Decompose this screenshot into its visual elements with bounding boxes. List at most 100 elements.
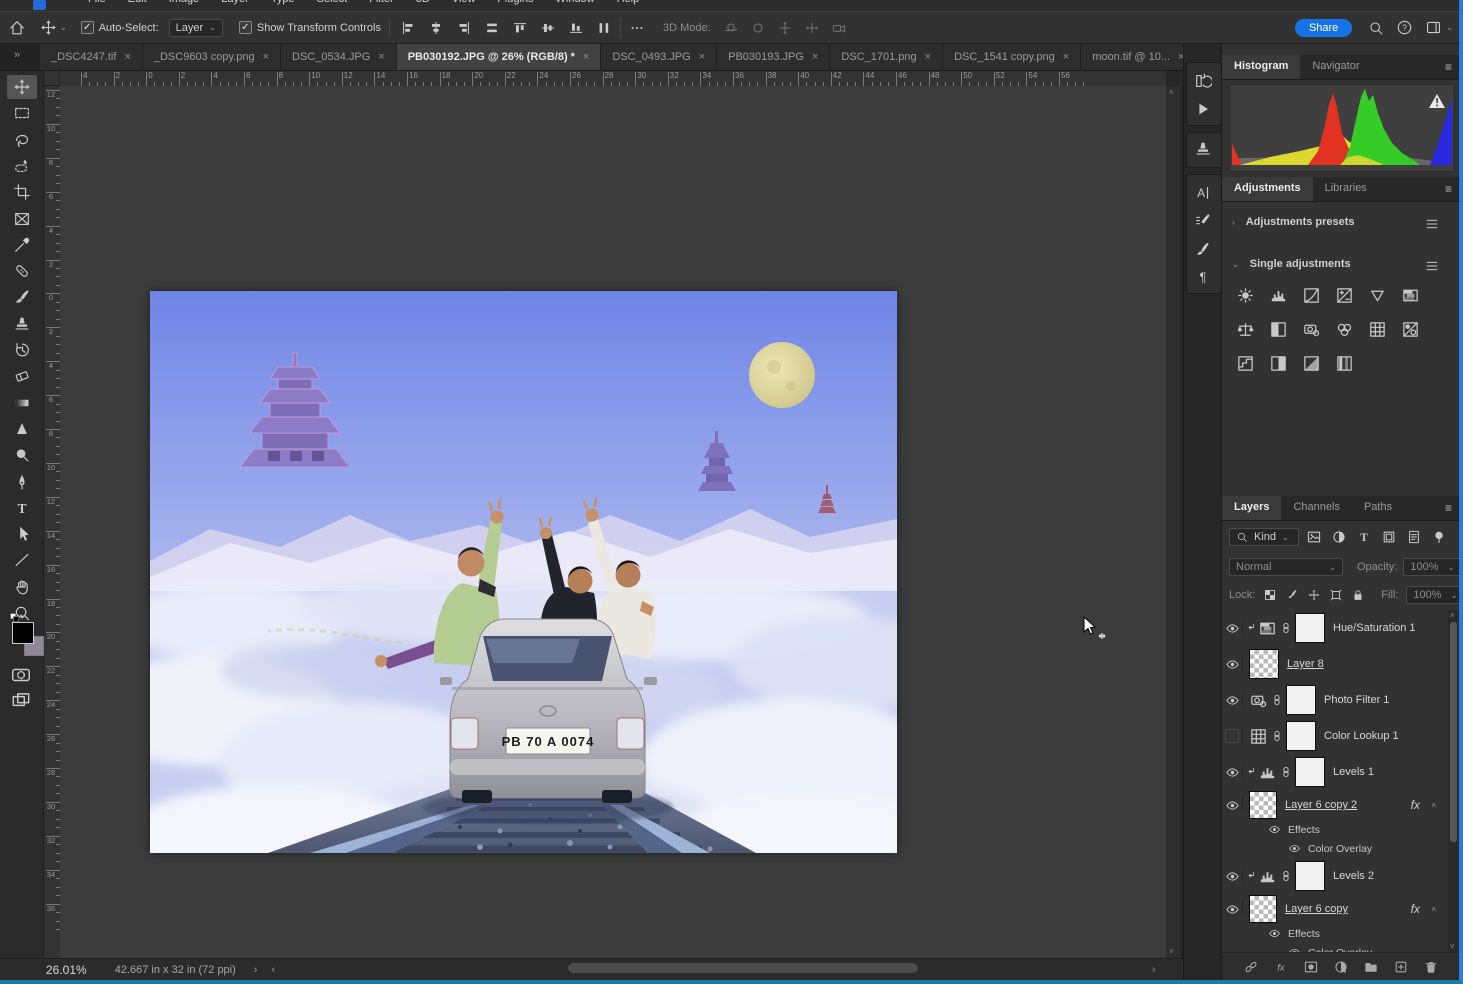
tool-history-brush[interactable] [7,338,37,362]
panel-button-paragraph[interactable]: ¶ [1188,264,1218,290]
layer-mask-thumbnail[interactable] [1286,721,1316,751]
document-tab-0[interactable]: _DSC4247.tif× [40,44,143,70]
adjustment-levels[interactable] [1269,286,1288,305]
new-group-icon[interactable] [1363,959,1379,975]
eye-icon[interactable] [1288,842,1301,855]
menu-3d[interactable]: 3D [416,0,430,5]
tool-crop[interactable] [7,180,37,204]
fx-badge[interactable]: fx [1411,798,1420,812]
adjustment-color-lookup[interactable] [1368,320,1387,339]
share-button[interactable]: Share [1295,19,1352,37]
layer-row-3[interactable]: Color Lookup 1 [1222,718,1446,754]
distribute-h-icon[interactable] [484,20,500,36]
adjustment-color-balance[interactable] [1236,320,1255,339]
tool-blur[interactable] [7,417,37,441]
tool-frame[interactable] [7,207,37,231]
layer-row-4[interactable]: Levels 1 [1222,754,1446,790]
layer-row-0[interactable]: Hue/Saturation 1 [1222,610,1446,646]
adjustment-brightness-contrast[interactable] [1236,286,1255,305]
eye-icon[interactable] [1268,823,1281,836]
filter-frame-icon[interactable] [1381,529,1397,545]
quick-mask-icon[interactable] [10,664,32,686]
adjustments-presets-row[interactable]: › Adjustments presets [1232,216,1450,228]
scroll-up-icon[interactable]: ˄ [1169,88,1174,97]
workspace-icon[interactable] [1425,19,1442,36]
tab-navigator[interactable]: Navigator [1300,55,1371,79]
layers-scrollbar[interactable]: ˄ ˅ [1448,610,1459,952]
panel-menu-icon[interactable]: ≡ [1445,60,1452,74]
scrollbar-thumb[interactable] [1450,622,1457,842]
tab-close-icon[interactable]: × [699,51,705,63]
visibility-toggle[interactable] [1222,727,1243,745]
tab-paths[interactable]: Paths [1352,496,1404,520]
document-tab-3[interactable]: PB030192.JPG @ 26% (RGB/8) *× [397,44,602,70]
show-transform-checkbox[interactable]: ✓ Show Transform Controls [239,21,381,34]
tab-adjustments[interactable]: Adjustments [1222,177,1313,201]
panel-button-clone-source[interactable] [1188,136,1218,162]
visibility-toggle[interactable] [1222,691,1243,709]
layer-effect-row[interactable]: Effects [1222,924,1446,943]
tab-libraries[interactable]: Libraries [1313,177,1379,201]
layer-effect-row[interactable]: Effects [1222,820,1446,839]
opacity-dropdown[interactable]: 100% ⌄ [1403,558,1461,576]
tool-eraser[interactable] [7,364,37,388]
menu-filter[interactable]: Filter [369,0,393,5]
adjustment-photo-filter[interactable] [1302,320,1321,339]
menu-file[interactable]: File [88,0,106,5]
menu-image[interactable]: Image [169,0,200,5]
auto-select-target-dropdown[interactable]: Layer ⌄ [169,19,223,37]
filter-image-icon[interactable] [1306,529,1322,545]
lock-paint-icon[interactable] [1285,588,1299,602]
adjustment-threshold[interactable] [1269,354,1288,373]
layer-mask-thumbnail[interactable] [1295,757,1325,787]
tool-move[interactable] [7,75,37,99]
tool-clone-stamp[interactable] [7,312,37,336]
filter-type-icon[interactable]: T [1356,529,1372,545]
tool-path-selection[interactable] [7,522,37,546]
distribute-v-icon[interactable] [596,20,612,36]
tool-object-selection[interactable] [7,154,37,178]
adjustment-invert[interactable] [1401,320,1420,339]
eye-icon[interactable] [1268,927,1281,940]
layer-mask-thumbnail[interactable] [1295,613,1325,643]
tool-type[interactable]: T [7,496,37,520]
layer-style-fx-icon[interactable]: fx [1273,959,1289,975]
move-icon[interactable] [40,19,57,36]
lock-all-icon[interactable] [1351,588,1365,602]
tool-line[interactable] [7,548,37,572]
tool-spot-healing-brush[interactable] [7,259,37,283]
visibility-toggle[interactable] [1222,655,1243,673]
canvas-horizontal-scrollbar-thumb[interactable] [568,963,918,973]
chevron-down-icon[interactable]: ⌄ [1446,23,1453,32]
tab-close-icon[interactable]: × [1063,51,1069,63]
status-next-icon[interactable]: › [254,964,258,976]
scroll-down-icon[interactable]: ˅ [1450,942,1455,951]
tab-close-icon[interactable]: × [263,51,269,63]
screen-mode-icon[interactable] [10,690,32,712]
visibility-toggle[interactable] [1222,900,1243,918]
visibility-toggle[interactable] [1222,763,1243,781]
tool-eyedropper[interactable] [7,233,37,257]
menu-select[interactable]: Select [317,0,348,5]
tab-close-icon[interactable]: × [925,51,931,63]
layer-row-1[interactable]: Layer 8 [1222,646,1446,682]
filter-toggle-icon[interactable] [1431,529,1447,545]
layer-row-5[interactable]: Layer 6 copy 2fx˄ [1222,790,1446,820]
layer-row-7[interactable]: Layer 6 copyfx˄ [1222,894,1446,924]
menu-type[interactable]: Type [271,0,295,5]
single-adjustments-row[interactable]: ⌄ Single adjustments [1232,258,1450,270]
layer-mask-thumbnail[interactable] [1295,861,1325,891]
zoom-level[interactable]: 26.01% [46,963,87,977]
foreground-color-swatch[interactable] [12,622,34,644]
list-icon[interactable] [1424,216,1440,232]
tool-hand[interactable] [7,575,37,599]
lock-transparent-icon[interactable] [1263,588,1277,602]
panel-menu-icon[interactable]: ≡ [1445,182,1452,196]
adjustment-selective-color[interactable] [1335,354,1354,373]
align-top-icon[interactable] [512,20,528,36]
panel-button-brushes[interactable] [1188,236,1218,262]
menu-view[interactable]: View [452,0,476,5]
filter-adjustment-icon[interactable] [1331,529,1347,545]
tool-lasso[interactable] [7,128,37,152]
menu-layer[interactable]: Layer [221,0,249,5]
